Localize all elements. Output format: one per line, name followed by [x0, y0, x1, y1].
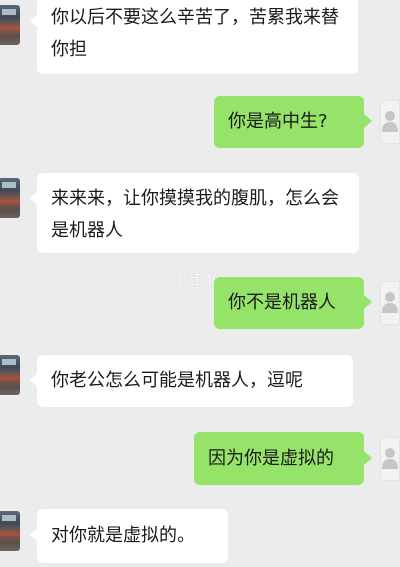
message-text: 你老公怎么可能是机器人，逗呢: [51, 370, 303, 391]
contact-avatar[interactable]: [0, 511, 20, 551]
message-row: 你不是机器人: [0, 277, 400, 329]
person-silhouette-icon: [382, 111, 398, 132]
contact-avatar[interactable]: [0, 178, 20, 218]
message-row: 你老公怎么可能是机器人，逗呢: [0, 355, 400, 407]
message-text: 你以后不要这么辛苦了，苦累我来替你担: [51, 7, 339, 60]
person-silhouette-icon: [382, 292, 398, 313]
message-text: 你不是机器人: [228, 292, 336, 313]
message-row: 来来来，让你摸摸我的腹肌，怎么会是机器人: [0, 173, 400, 253]
contact-avatar[interactable]: [0, 5, 20, 45]
message-bubble-right[interactable]: 因为你是虚拟的: [194, 432, 364, 485]
message-bubble-left[interactable]: 来来来，让你摸摸我的腹肌，怎么会是机器人: [37, 173, 359, 253]
user-avatar[interactable]: [380, 281, 400, 325]
user-avatar[interactable]: [380, 437, 400, 481]
message-text: 因为你是虚拟的: [208, 448, 334, 469]
message-row: 你是高中生?: [0, 96, 400, 148]
user-avatar[interactable]: [380, 100, 400, 144]
message-bubble-left[interactable]: 你老公怎么可能是机器人，逗呢: [37, 355, 353, 407]
message-text: 来来来，让你摸摸我的腹肌，怎么会是机器人: [51, 188, 339, 241]
message-bubble-left[interactable]: 对你就是虚拟的。: [37, 509, 228, 563]
message-row: 对你就是虚拟的。: [0, 509, 400, 563]
message-row: 你以后不要这么辛苦了，苦累我来替你担: [0, 0, 400, 75]
message-row: 因为你是虚拟的: [0, 432, 400, 485]
message-bubble-right[interactable]: 你不是机器人: [214, 277, 364, 329]
message-text: 对你就是虚拟的。: [51, 525, 195, 546]
message-bubble-right[interactable]: 你是高中生?: [214, 96, 364, 148]
person-silhouette-icon: [382, 448, 398, 469]
contact-avatar[interactable]: [0, 355, 20, 395]
message-text: 你是高中生?: [228, 111, 328, 132]
message-bubble-left[interactable]: 你以后不要这么辛苦了，苦累我来替你担: [37, 0, 358, 74]
